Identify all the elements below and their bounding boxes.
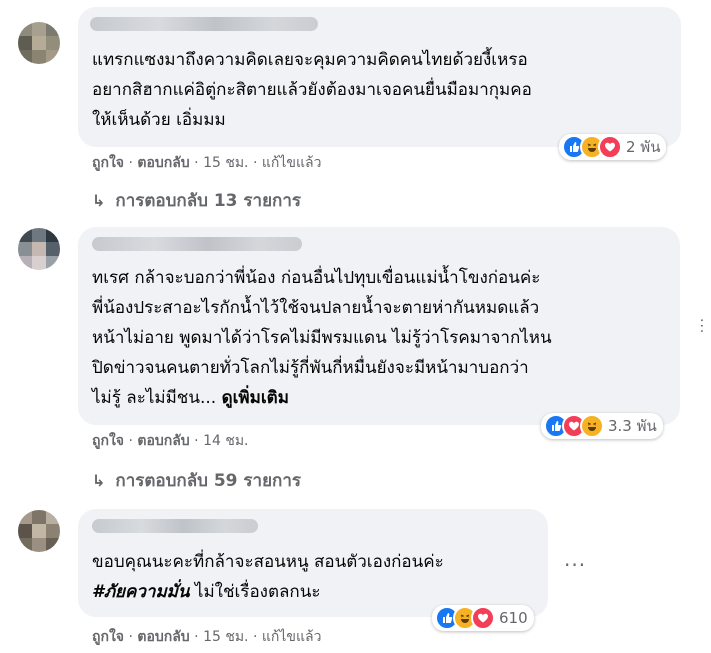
comment-actions: ถูกใจ · ตอบกลับ · 14 ชม. xyxy=(92,433,249,449)
comment-bubble: ขอบคุณนะคะที่กล้าจะสอนหนู สอนตัวเองก่อนค… xyxy=(78,509,548,617)
reply-arrow-icon: ↳ xyxy=(92,191,106,210)
replies-label: การตอบกลับ 13 รายการ xyxy=(115,191,302,211)
reaction-count: 2 พัน xyxy=(626,138,661,156)
reaction-count: 3.3 พัน xyxy=(608,417,657,435)
haha-icon xyxy=(580,414,604,438)
like-button[interactable]: ถูกใจ xyxy=(92,433,124,449)
see-more-link[interactable]: ดูเพิ่มเติม xyxy=(222,388,289,408)
comment-text: แทรกแซงมาถึงความคิดเลยจะคุมความคิดคนไทยด… xyxy=(92,50,532,130)
avatar[interactable] xyxy=(18,510,60,552)
reaction-count: 610 xyxy=(499,609,528,627)
comment-text: ทเรศ กล้าจะบอกว่าพี่น้อง ก่อนอื่นไปทุบเข… xyxy=(92,268,552,408)
comment-bubble: แทรกแซงมาถึงความคิดเลยจะคุมความคิดคนไทยด… xyxy=(78,7,681,147)
view-replies-button[interactable]: ↳ การตอบกลับ 59 รายการ xyxy=(92,467,301,494)
reply-button[interactable]: ตอบกลับ xyxy=(137,629,189,645)
edited-label[interactable]: แก้ไขแล้ว xyxy=(262,629,322,645)
commenter-name[interactable] xyxy=(92,519,258,533)
avatar[interactable] xyxy=(18,228,60,270)
like-button[interactable]: ถูกใจ xyxy=(92,629,124,645)
replies-label: การตอบกลับ 59 รายการ xyxy=(115,471,302,491)
reactions-summary[interactable]: 3.3 พัน xyxy=(541,413,663,439)
timestamp[interactable]: 14 ชม. xyxy=(203,433,248,449)
timestamp[interactable]: 15 ชม. xyxy=(203,629,248,645)
commenter-name[interactable] xyxy=(90,17,318,31)
more-options-icon[interactable]: ··· xyxy=(564,553,586,577)
timestamp[interactable]: 15 ชม. xyxy=(203,155,248,171)
comment-actions: ถูกใจ · ตอบกลับ · 15 ชม. · แก้ไขแล้ว xyxy=(92,155,322,171)
more-options-icon[interactable]: ··· xyxy=(693,318,709,334)
hashtag-link[interactable]: #ภัยความมั่น xyxy=(92,582,190,602)
avatar[interactable] xyxy=(18,22,60,64)
view-replies-button[interactable]: ↳ การตอบกลับ 13 รายการ xyxy=(92,187,301,214)
reply-button[interactable]: ตอบกลับ xyxy=(137,155,189,171)
like-button[interactable]: ถูกใจ xyxy=(92,155,124,171)
reactions-summary[interactable]: 2 พัน xyxy=(559,134,667,160)
comment-text: ขอบคุณนะคะที่กล้าจะสอนหนู สอนตัวเองก่อนค… xyxy=(92,552,444,602)
comment-actions: ถูกใจ · ตอบกลับ · 15 ชม. · แก้ไขแล้ว xyxy=(92,629,322,645)
edited-label[interactable]: แก้ไขแล้ว xyxy=(262,155,322,171)
commenter-name[interactable] xyxy=(92,237,302,251)
reactions-summary[interactable]: 610 xyxy=(432,605,534,631)
comment-bubble: ทเรศ กล้าจะบอกว่าพี่น้อง ก่อนอื่นไปทุบเข… xyxy=(78,227,680,425)
reply-button[interactable]: ตอบกลับ xyxy=(137,433,189,449)
love-icon xyxy=(598,135,622,159)
love-icon xyxy=(471,606,495,630)
reply-arrow-icon: ↳ xyxy=(92,471,106,490)
